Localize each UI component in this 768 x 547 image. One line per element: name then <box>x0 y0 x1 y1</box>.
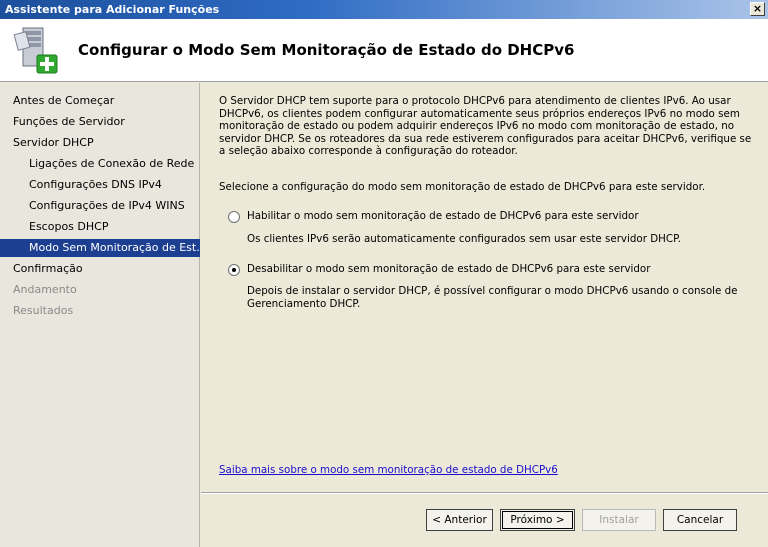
sidebar-item-servidor-dhcp[interactable]: Servidor DHCP <box>0 134 200 152</box>
window-titlebar: Assistente para Adicionar Funções × <box>0 0 768 19</box>
sidebar-item-antes-de-comecar[interactable]: Antes de Começar <box>0 92 200 110</box>
enable-stateless-label[interactable]: Habilitar o modo sem monitoração de esta… <box>247 210 639 222</box>
page-title: Configurar o Modo Sem Monitoração de Est… <box>78 41 575 59</box>
sidebar-item-funcoes-de-servidor[interactable]: Funções de Servidor <box>0 113 200 131</box>
disable-stateless-radio[interactable] <box>228 264 240 276</box>
enable-stateless-radio[interactable] <box>228 211 240 223</box>
sidebar-item-configuracoes-ipv4-wins[interactable]: Configurações de IPv4 WINS <box>0 197 200 215</box>
window-title: Assistente para Adicionar Funções <box>5 3 220 16</box>
server-add-icon <box>13 27 58 74</box>
disable-stateless-description: Depois de instalar o servidor DHCP, é po… <box>247 285 738 310</box>
close-button[interactable]: × <box>750 2 765 16</box>
learn-more-link[interactable]: Saiba mais sobre o modo sem monitoração … <box>219 464 558 476</box>
intro-text: O Servidor DHCP tem suporte para o proto… <box>219 95 752 157</box>
wizard-header: Configurar o Modo Sem Monitoração de Est… <box>0 19 768 82</box>
sidebar-item-confirmacao[interactable]: Confirmação <box>0 260 200 278</box>
sidebar-item-escopos-dhcp[interactable]: Escopos DHCP <box>0 218 200 236</box>
next-button[interactable]: Próximo > <box>500 509 575 531</box>
install-button: Instalar <box>582 509 656 531</box>
footer-divider-highlight <box>201 493 768 494</box>
disable-stateless-label[interactable]: Desabilitar o modo sem monitoração de es… <box>247 263 650 275</box>
sidebar-item-resultados: Resultados <box>13 304 74 317</box>
sidebar-item-modo-sem-monitoracao[interactable]: Modo Sem Monitoração de Est... <box>0 239 200 257</box>
previous-button[interactable]: < Anterior <box>426 509 493 531</box>
sidebar-item-ligacoes-conexao-rede[interactable]: Ligações de Conexão de Rede <box>0 155 200 173</box>
enable-stateless-description: Os clientes IPv6 serão automaticamente c… <box>247 233 681 245</box>
cancel-button[interactable]: Cancelar <box>663 509 737 531</box>
wizard-content: O Servidor DHCP tem suporte para o proto… <box>201 83 768 492</box>
sidebar-item-configuracoes-dns-ipv4[interactable]: Configurações DNS IPv4 <box>0 176 200 194</box>
selection-prompt: Selecione a configuração do modo sem mon… <box>219 181 706 193</box>
wizard-sidebar: Antes de Começar Funções de Servidor Ser… <box>0 83 200 547</box>
close-icon: × <box>752 2 763 15</box>
sidebar-item-andamento: Andamento <box>13 283 77 296</box>
